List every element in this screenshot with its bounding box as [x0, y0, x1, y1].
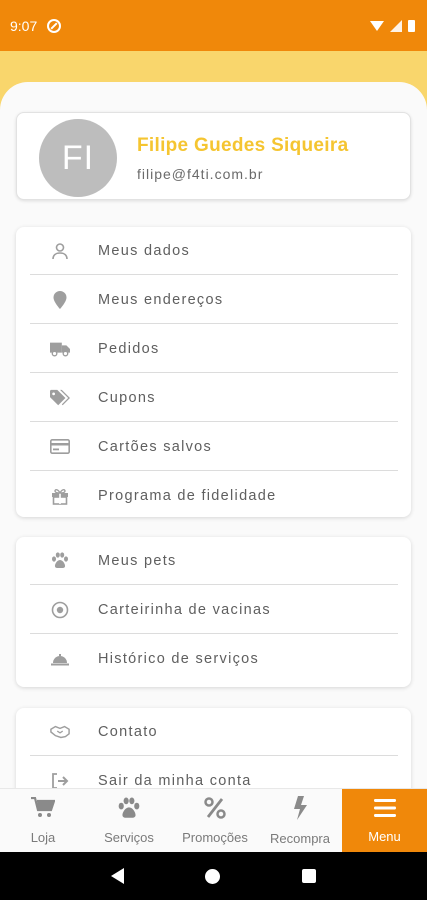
wifi-icon — [370, 20, 384, 31]
profile-card[interactable]: FI Filipe Guedes Siqueira filipe@f4ti.co… — [16, 112, 411, 200]
system-nav-bar — [0, 852, 427, 900]
logout-icon — [50, 771, 70, 788]
menu-item-label: Cartões salvos — [98, 438, 213, 455]
location-pin-icon — [50, 290, 70, 310]
percent-icon — [204, 797, 226, 824]
menu-item-label: Carteirinha de vacinas — [98, 601, 271, 618]
gift-icon — [50, 486, 70, 506]
status-time: 9:07 — [10, 17, 38, 34]
menu-item-label: Meus endereços — [98, 291, 224, 308]
person-icon — [50, 241, 70, 261]
tab-label: Menu — [368, 829, 401, 844]
menu-item-cartoes-salvos[interactable]: Cartões salvos — [30, 423, 398, 471]
menu-item-meus-enderecos[interactable]: Meus endereços — [30, 276, 398, 324]
handshake-icon — [50, 722, 70, 742]
tab-servicos[interactable]: Serviços — [86, 789, 172, 853]
tab-label: Recompra — [270, 831, 330, 846]
do-not-disturb-icon — [47, 18, 62, 33]
menu-item-label: Meus dados — [98, 242, 190, 259]
menu-item-label: Contato — [98, 723, 158, 740]
menu-item-label: Pedidos — [98, 340, 160, 357]
pets-menu-card: Meus pets Carteirinha de vacinas Históri… — [16, 537, 411, 687]
status-bar: 9:07 — [0, 0, 427, 51]
vaccine-badge-icon — [50, 600, 70, 620]
menu-sheet[interactable]: FI Filipe Guedes Siqueira filipe@f4ti.co… — [0, 82, 427, 788]
signal-icon — [390, 19, 402, 32]
tab-menu[interactable]: Menu — [342, 789, 427, 853]
menu-item-historico-servicos[interactable]: Histórico de serviços — [30, 635, 398, 683]
bolt-icon — [292, 796, 308, 825]
other-menu-card: Contato Sair da minha conta — [16, 708, 411, 788]
tab-label: Serviços — [104, 830, 154, 845]
paw-icon — [50, 551, 70, 571]
truck-icon — [50, 339, 70, 359]
paw-icon — [117, 797, 141, 824]
menu-item-contato[interactable]: Contato — [30, 708, 398, 756]
recent-apps-icon[interactable] — [302, 869, 317, 883]
tab-recompra[interactable]: Recompra — [258, 789, 342, 853]
menu-item-label: Cupons — [98, 389, 156, 406]
battery-icon — [408, 19, 415, 32]
tags-icon — [50, 388, 70, 408]
home-icon[interactable] — [205, 868, 221, 884]
menu-item-cupons[interactable]: Cupons — [30, 374, 398, 422]
credit-card-icon — [50, 437, 70, 457]
menu-item-label: Histórico de serviços — [98, 651, 260, 667]
hamburger-menu-icon — [373, 798, 396, 823]
tab-label: Promoções — [182, 830, 248, 845]
tab-loja[interactable]: Loja — [0, 789, 86, 853]
menu-item-label: Programa de fidelidade — [98, 488, 277, 504]
menu-item-programa-fidelidade[interactable]: Programa de fidelidade — [30, 472, 398, 520]
tab-label: Loja — [30, 830, 56, 845]
menu-item-meus-dados[interactable]: Meus dados — [30, 227, 398, 275]
avatar: FI — [39, 119, 117, 197]
menu-item-pedidos[interactable]: Pedidos — [30, 325, 398, 373]
tab-promocoes[interactable]: Promoções — [172, 789, 258, 853]
menu-item-label: Sair da minha conta — [98, 773, 252, 788]
back-icon[interactable] — [110, 868, 124, 884]
cart-icon — [31, 796, 56, 824]
menu-item-sair-conta[interactable]: Sair da minha conta — [30, 757, 398, 788]
bottom-nav: Loja Serviços Promoções Recompra Menu — [0, 788, 427, 853]
account-menu-card: Meus dados Meus endereços Pedidos Cupons… — [16, 227, 411, 517]
menu-item-label: Meus pets — [98, 552, 177, 569]
service-bell-icon — [50, 649, 70, 669]
menu-item-meus-pets[interactable]: Meus pets — [30, 537, 398, 585]
profile-name: Filipe Guedes Siqueira — [137, 135, 349, 156]
profile-email: filipe@f4ti.com.br — [137, 166, 264, 182]
menu-item-carteirinha-vacinas[interactable]: Carteirinha de vacinas — [30, 586, 398, 634]
